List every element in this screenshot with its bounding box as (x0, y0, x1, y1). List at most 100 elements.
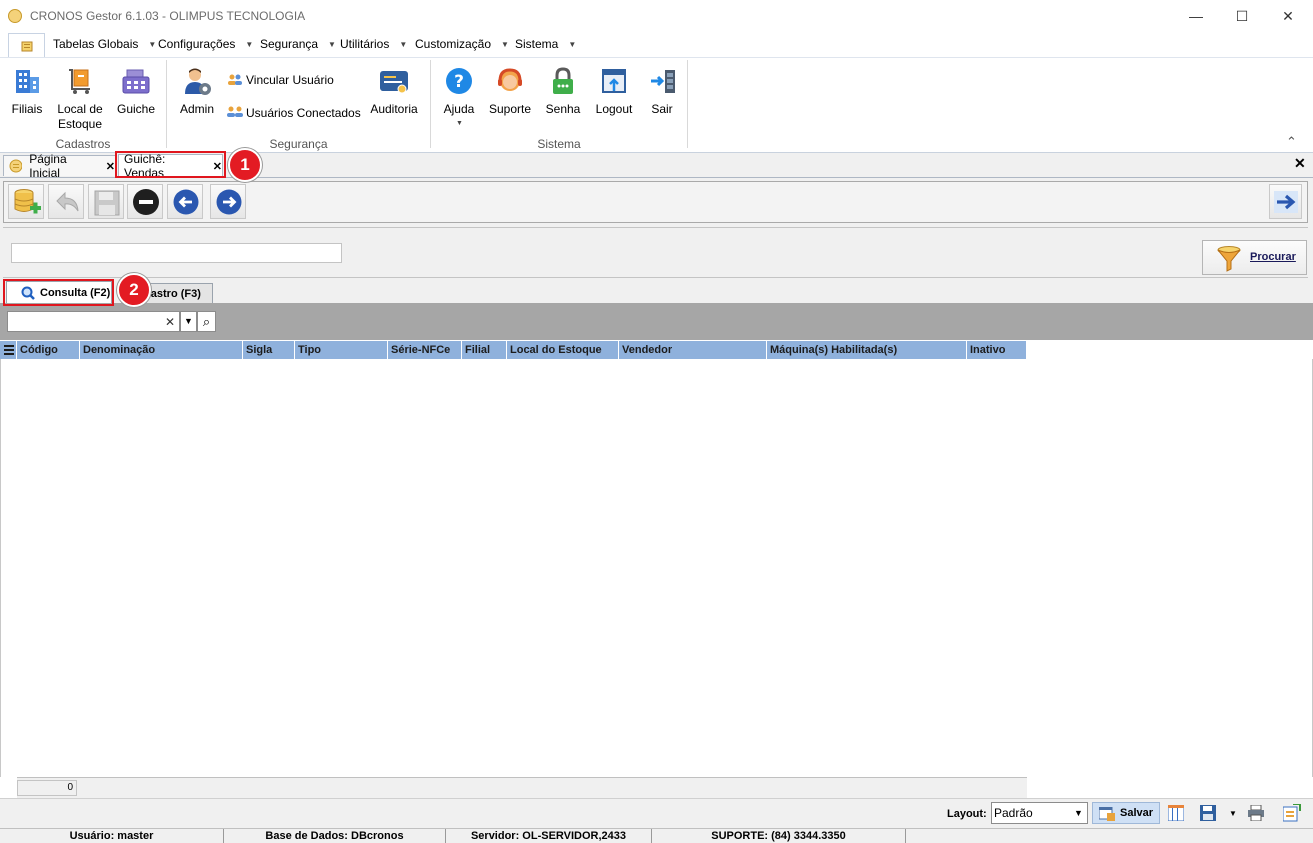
exit-door-icon (651, 70, 675, 93)
annotation-badge-1: 1 (228, 148, 262, 182)
status-usuario: Usuário: master (0, 829, 224, 843)
tab-pagina-inicial[interactable]: Página Inicial ✕ (3, 152, 116, 180)
menu-seguranca[interactable]: Segurança ▼ (260, 37, 336, 51)
column-header-tipo[interactable]: Tipo (295, 341, 388, 359)
columns-icon[interactable] (1168, 805, 1184, 821)
vincular-usuario-label: Vincular Usuário (246, 73, 334, 87)
column-chooser-button[interactable] (0, 341, 17, 359)
menu-configuracoes[interactable]: Configurações ▼ (158, 37, 253, 51)
column-header-serie-nfce[interactable]: Série-NFCe (388, 341, 462, 359)
filter-search-button[interactable]: ⌕ (197, 311, 216, 332)
column-header-denominacao[interactable]: Denominação (80, 341, 243, 359)
menu-customizacao[interactable]: Customização ▼ (415, 37, 509, 51)
funnel-icon (1217, 246, 1241, 272)
ajuda-button[interactable]: ? Ajuda ▼ (440, 67, 478, 129)
svg-text:?: ? (454, 72, 464, 92)
column-header-inativo[interactable]: Inativo (967, 341, 1027, 359)
column-header-local-estoque[interactable]: Local do Estoque (507, 341, 619, 359)
close-tab-icon[interactable]: ✕ (106, 160, 115, 173)
filter-dropdown-button[interactable]: ▼ (180, 311, 197, 332)
local-estoque-label-2: Estoque (57, 117, 103, 131)
annotation-badge-2: 2 (117, 273, 151, 307)
printer-icon[interactable] (1248, 805, 1264, 821)
menu-label: Utilitários (340, 37, 390, 51)
column-header-filial[interactable]: Filial (462, 341, 507, 359)
column-header-maquinas[interactable]: Máquina(s) Habilitada(s) (767, 341, 967, 359)
filiais-label: Filiais (11, 102, 43, 116)
grid-footer: 0 (17, 777, 1027, 798)
tab-label: Página Inicial (29, 152, 67, 180)
usuarios-conectados-label: Usuários Conectados (246, 106, 361, 120)
chevron-down-icon: ▼ (501, 40, 509, 49)
new-record-button[interactable] (8, 184, 44, 219)
column-header-codigo[interactable]: Código (17, 341, 80, 359)
chevron-down-icon: ▼ (148, 40, 157, 49)
menu-tabelas-globais[interactable]: Tabelas Globais ▼ (53, 37, 156, 51)
layout-value: Padrão (994, 806, 1033, 820)
save-disk-icon[interactable] (1200, 805, 1216, 821)
undo-arrow-icon (56, 191, 79, 212)
minus-circle-icon (133, 189, 159, 215)
status-suporte: SUPORTE: (84) 3344.3350 (652, 829, 906, 843)
audit-card-icon (380, 71, 408, 94)
menu-label: Customização (415, 37, 492, 51)
search-input[interactable] (11, 243, 342, 263)
local-estoque-label-1: Local de (57, 102, 103, 116)
maximize-button[interactable]: ☐ (1219, 0, 1265, 32)
group-label-seguranca: Segurança (269, 137, 328, 151)
procurar-label: Procurar (1250, 251, 1296, 263)
undo-button[interactable] (48, 184, 84, 219)
guiche-button[interactable]: Guiche (113, 67, 159, 122)
close-window-button[interactable]: ✕ (1265, 0, 1311, 32)
previous-button[interactable] (167, 184, 203, 219)
close-all-tabs-icon[interactable]: ✕ (1294, 155, 1306, 172)
next-button[interactable] (210, 184, 246, 219)
database-add-icon (14, 189, 41, 214)
chevron-down-icon[interactable]: ▼ (1229, 809, 1237, 818)
logout-icon (602, 69, 626, 93)
export-icon[interactable] (1283, 804, 1301, 822)
grid-save-icon (1099, 807, 1115, 821)
delete-button[interactable] (127, 184, 163, 219)
forward-panel-button[interactable] (1269, 184, 1302, 219)
suporte-button[interactable]: Suporte (486, 67, 534, 122)
save-disabled-button[interactable] (88, 184, 124, 219)
window-title: CRONOS Gestor 6.1.03 - OLIMPUS TECNOLOGI… (30, 9, 306, 23)
logout-label: Logout (595, 102, 633, 116)
clear-filter-icon[interactable]: ✕ (165, 315, 175, 329)
auditoria-button[interactable]: Auditoria (366, 67, 422, 122)
senha-label: Senha (545, 102, 581, 116)
menu-label: Tabelas Globais (53, 37, 139, 51)
procurar-button[interactable]: Procurar (1202, 240, 1307, 275)
filiais-button[interactable]: Filiais (6, 67, 48, 122)
app-logo-icon (9, 159, 23, 173)
vincular-usuario-button[interactable]: Vincular Usuário (226, 72, 336, 90)
data-grid-body[interactable] (0, 359, 1313, 777)
auditoria-label: Auditoria (370, 102, 418, 116)
column-header-sigla[interactable]: Sigla (243, 341, 295, 359)
minimize-button[interactable]: — (1173, 0, 1219, 32)
salvar-layout-button[interactable]: Salvar (1092, 802, 1160, 824)
local-estoque-button[interactable]: Local de Estoque (52, 67, 108, 133)
layout-label: Layout: (947, 808, 987, 820)
usuarios-conectados-button[interactable]: Usuários Conectados (226, 104, 361, 122)
status-base-dados: Base de Dados: DBcronos (224, 829, 446, 843)
menu-utilitarios[interactable]: Utilitários ▼ (340, 37, 407, 51)
logout-button[interactable]: Logout (592, 67, 636, 122)
sair-button[interactable]: Sair (644, 67, 680, 122)
help-question-icon: ? (446, 68, 472, 94)
ribbon-separator (687, 60, 688, 148)
filter-input[interactable] (7, 311, 180, 332)
link-users-icon (228, 74, 242, 85)
menu-label: Sistema (515, 37, 559, 51)
app-menu-icon (21, 41, 32, 51)
admin-button[interactable]: Admin (175, 67, 219, 122)
column-header-vendedor[interactable]: Vendedor (619, 341, 767, 359)
collapse-ribbon-button[interactable]: ⌃ (1286, 134, 1297, 150)
menu-sistema[interactable]: Sistema ▼ (515, 37, 576, 51)
senha-button[interactable]: Senha (542, 67, 584, 122)
building-icon (16, 70, 39, 93)
layout-select[interactable]: Padrão ▼ (991, 802, 1088, 824)
lock-icon (553, 67, 573, 94)
app-menu-button[interactable] (8, 33, 45, 57)
